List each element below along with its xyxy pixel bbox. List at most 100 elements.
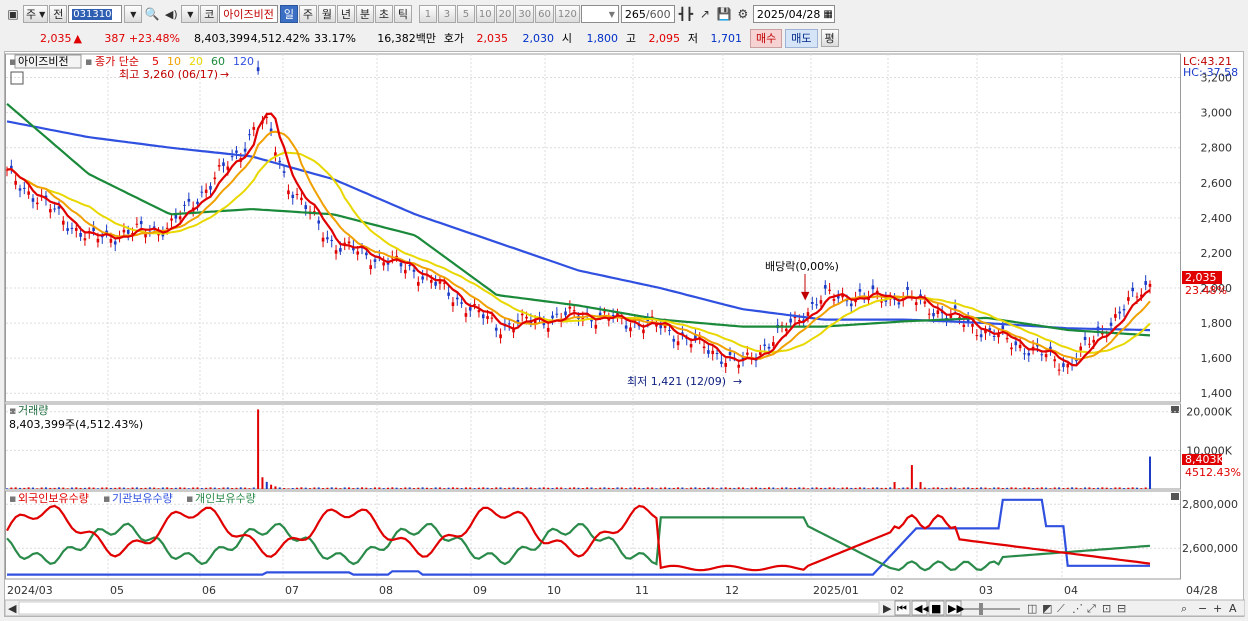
institution-holding-line — [7, 498, 1150, 576]
calendar-icon[interactable]: ▦ — [823, 9, 832, 20]
period-minute-button[interactable]: 분 — [355, 5, 374, 23]
volume-bar — [1092, 488, 1095, 489]
volume-bar — [1053, 487, 1056, 489]
period-day-button[interactable]: 일 — [279, 5, 298, 23]
candle-body — [61, 220, 65, 225]
interval-custom-input[interactable]: ▼ — [580, 5, 619, 23]
open-price: 1,800 — [586, 31, 619, 45]
save-icon[interactable]: 💾 — [715, 5, 733, 23]
code-dropdown-button[interactable]: ▼ — [124, 5, 143, 23]
price-tick-label: 3,000 — [1201, 107, 1233, 120]
ma-legend-item-10: 10 — [167, 55, 181, 68]
date-input[interactable]: 2025/04/28 ▦ — [752, 5, 835, 23]
volume-bar — [707, 487, 710, 489]
volume-bar — [759, 487, 762, 489]
dot-icon: ▪ — [103, 492, 110, 505]
volume-bar — [897, 488, 900, 489]
volume-bar — [967, 487, 970, 489]
volume-bar — [322, 488, 325, 489]
candle-body — [953, 305, 957, 309]
volume-bar — [218, 488, 221, 489]
volume-value-text: 8,403,399주(4,512.43%) — [9, 418, 143, 431]
interval-5-button[interactable]: 5 — [456, 5, 475, 23]
candle-body — [464, 313, 468, 317]
volume-bar — [1097, 487, 1100, 489]
x-axis-label: 08 — [379, 584, 393, 597]
candle-body — [1135, 296, 1139, 298]
candle-body — [96, 238, 100, 243]
eval-button[interactable]: 평 — [820, 29, 839, 47]
interval-10-button[interactable]: 10 — [475, 5, 495, 23]
volume-bar — [711, 487, 714, 489]
volume-bar — [1079, 488, 1082, 489]
stock-code-input[interactable]: 031310 — [68, 5, 123, 23]
period-tick-button[interactable]: 틱 — [393, 5, 412, 23]
speaker-dropdown[interactable]: ▼ — [181, 5, 200, 23]
volume-bar — [456, 487, 459, 489]
interval-1-button[interactable]: 1 — [418, 5, 437, 23]
candle-body — [27, 191, 30, 195]
volume-bar — [361, 487, 364, 489]
volume-bar — [962, 487, 965, 489]
volume-bar — [698, 487, 701, 489]
volume-bar — [876, 487, 879, 489]
period-week-button[interactable]: 주 — [298, 5, 317, 23]
volume-bar — [451, 487, 454, 489]
candle-body — [702, 346, 706, 349]
period-year-button[interactable]: 년 — [336, 5, 355, 23]
candle-body — [408, 265, 411, 267]
settings-gear-icon[interactable]: ⚙ — [734, 5, 752, 23]
interval-3-button[interactable]: 3 — [437, 5, 456, 23]
search-icon[interactable]: 🔍 — [143, 5, 161, 23]
period-month-button[interactable]: 월 — [317, 5, 336, 23]
candle-body — [23, 187, 26, 189]
volume-bar — [313, 487, 316, 489]
interval-60-button[interactable]: 60 — [535, 5, 554, 23]
candle-body — [1005, 337, 1009, 340]
candle-body — [958, 316, 961, 318]
speaker-icon[interactable]: ◀) — [162, 5, 180, 23]
candle-body — [18, 188, 22, 191]
interval-30-button[interactable]: 30 — [515, 5, 535, 23]
volume-bar — [261, 477, 264, 489]
chart-area[interactable]: 3,200 3,000 2,800 2,600 2,400 2,200 2,000 1,800… — [4, 51, 1246, 618]
interval-20-button[interactable]: 20 — [495, 5, 515, 23]
volume-bar — [910, 465, 913, 489]
interval-120-button[interactable]: 120 — [554, 5, 580, 23]
volume-bar — [659, 487, 662, 489]
x-axis-label: 09 — [473, 584, 487, 597]
candle-body — [975, 335, 979, 337]
draw-tool-icon[interactable]: ↗ — [696, 5, 714, 23]
prev-button[interactable]: 전 — [49, 5, 68, 23]
stock-chart[interactable]: 3,2003,0002,8002,6002,4002,2002,0001,800… — [4, 52, 1246, 618]
period-second-button[interactable]: 초 — [374, 5, 393, 23]
volume-bar — [975, 487, 978, 489]
candle-body — [707, 350, 710, 354]
volume-bar — [430, 488, 433, 489]
chart-window-icon[interactable]: ▣ — [4, 5, 22, 23]
volume-bar — [941, 487, 944, 489]
candle-body — [287, 190, 290, 195]
count-input[interactable]: 265/600 — [620, 5, 675, 23]
volume-bar — [374, 487, 377, 489]
candle-body — [144, 233, 147, 238]
volume-bar — [213, 487, 216, 489]
volume-bar — [166, 487, 169, 489]
candle-body — [676, 341, 680, 346]
volume-bar — [729, 487, 732, 489]
sell-button[interactable]: 매도 — [785, 28, 818, 48]
candle-body — [291, 194, 295, 199]
candle-body — [321, 237, 325, 242]
volume-bar — [690, 487, 693, 489]
volume-bar — [573, 487, 576, 489]
candle-body — [209, 185, 212, 190]
code-prefix-button[interactable]: 코 — [200, 5, 219, 23]
volume-bar — [131, 487, 134, 489]
candle-type-icon[interactable]: ┫┣ — [677, 5, 695, 23]
volume-bar — [1144, 487, 1147, 489]
market-select[interactable]: 주 ▼ — [23, 5, 49, 23]
volume-bar — [278, 487, 281, 489]
volume-bar — [425, 487, 428, 489]
buy-button[interactable]: 매수 — [750, 28, 783, 48]
candle-body — [31, 198, 35, 202]
